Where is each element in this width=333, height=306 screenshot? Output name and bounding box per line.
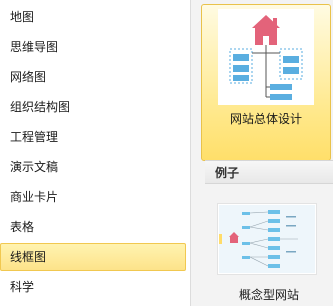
sidebar-item-presentation[interactable]: 演示文稿: [0, 153, 186, 181]
template-card-website-design[interactable]: 网站总体设计: [201, 4, 331, 161]
category-sidebar: 地图 思维导图 网络图 组织结构图 工程管理 演示文稿 商业卡片 表格 线框图 …: [0, 0, 190, 306]
sidebar-item-map[interactable]: 地图: [0, 3, 186, 31]
sidebar-item-project-management[interactable]: 工程管理: [0, 123, 186, 151]
sitemap-diagram-icon: [229, 15, 303, 100]
sidebar-item-science[interactable]: 科学: [0, 273, 186, 301]
concept-website-diagram-icon: [219, 205, 315, 273]
example-label-concept-website: 概念型网站: [238, 288, 299, 302]
sidebar-item-table[interactable]: 表格: [0, 213, 186, 241]
template-thumbnail: [218, 9, 314, 105]
template-card-label: 网站总体设计: [229, 112, 302, 126]
sidebar-item-network[interactable]: 网络图: [0, 63, 186, 91]
examples-section-header: 例子: [205, 160, 333, 184]
sidebar-item-business-card[interactable]: 商业卡片: [0, 183, 186, 211]
sidebar-item-wireframe[interactable]: 线框图: [0, 243, 186, 271]
sidebar-item-mind-map[interactable]: 思维导图: [0, 33, 186, 61]
sidebar-item-org-chart[interactable]: 组织结构图: [0, 93, 186, 121]
example-thumbnail-concept-website[interactable]: [217, 203, 317, 275]
